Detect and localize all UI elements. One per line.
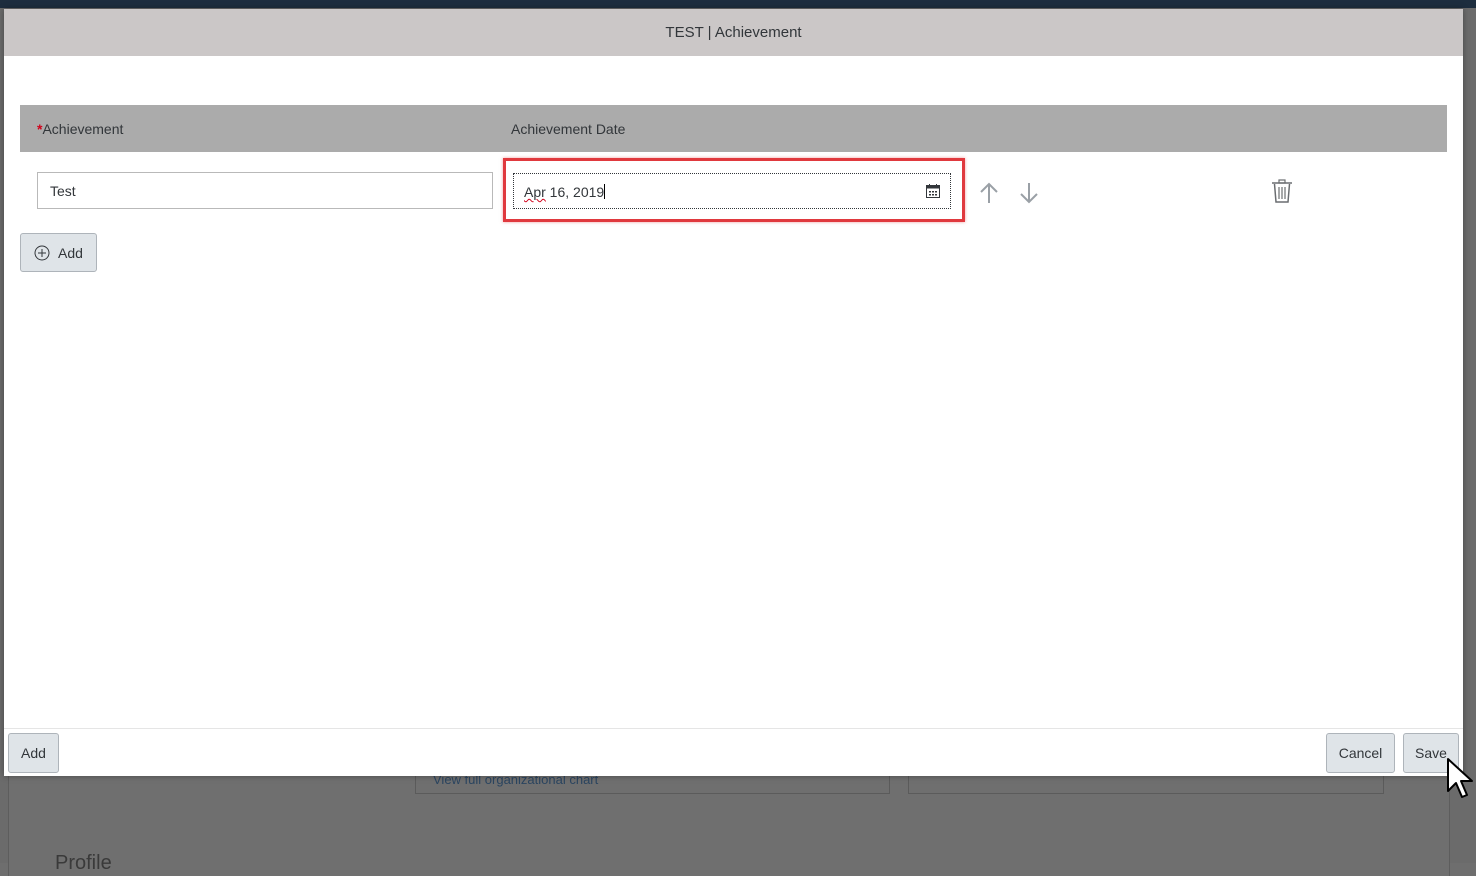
column-header-achievement: *Achievement bbox=[37, 121, 124, 137]
column-header-achievement-date: Achievement Date bbox=[511, 121, 626, 137]
calendar-icon[interactable] bbox=[926, 184, 940, 198]
dialog-header: TEST | Achievement bbox=[4, 9, 1463, 56]
date-value: Apr 16, 2019 bbox=[524, 184, 606, 200]
plus-circle-icon bbox=[34, 245, 50, 260]
arrow-down-icon[interactable] bbox=[1019, 181, 1039, 205]
achievement-input[interactable] bbox=[37, 172, 493, 209]
cancel-button[interactable]: Cancel bbox=[1326, 733, 1395, 773]
trash-icon[interactable] bbox=[1271, 179, 1293, 203]
dialog-title: TEST | Achievement bbox=[665, 24, 802, 41]
arrow-up-icon[interactable] bbox=[979, 181, 999, 205]
add-row-button[interactable]: Add bbox=[20, 233, 97, 272]
table-header: *Achievement Achievement Date bbox=[20, 105, 1447, 152]
add-row-label: Add bbox=[58, 244, 83, 261]
mouse-pointer-icon bbox=[1447, 758, 1473, 798]
background-section-title: Profile bbox=[55, 852, 112, 874]
footer-add-button[interactable]: Add bbox=[8, 733, 59, 773]
achievement-date-input[interactable]: Apr 16, 2019 bbox=[513, 173, 951, 209]
achievement-dialog: TEST | Achievement *Achievement Achievem… bbox=[4, 9, 1463, 776]
footer-divider bbox=[4, 728, 1463, 729]
background-shell-bar bbox=[0, 0, 1476, 8]
